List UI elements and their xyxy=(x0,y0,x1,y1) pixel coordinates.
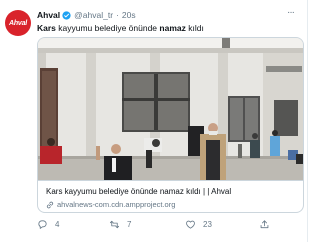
retweet-button[interactable]: 7 xyxy=(109,219,131,230)
tweet-text-bold-2: namaz xyxy=(159,23,186,33)
like-count: 23 xyxy=(203,220,212,229)
retweet-icon xyxy=(109,220,120,229)
tweet-time[interactable]: 20s xyxy=(122,10,136,20)
link-icon xyxy=(46,201,54,208)
card-domain-row[interactable]: ahvalnews-com.cdn.ampproject.org xyxy=(46,200,175,209)
card-meta[interactable]: Kars kayyumu belediye önünde namaz kıldı… xyxy=(38,180,303,212)
reply-icon xyxy=(38,220,47,229)
more-options-icon[interactable]: ··· xyxy=(287,7,295,18)
reply-button[interactable]: 4 xyxy=(37,219,59,230)
avatar[interactable]: Ahval xyxy=(5,10,31,36)
verified-badge-icon xyxy=(62,10,71,20)
like-button[interactable]: 23 xyxy=(185,219,212,230)
link-card[interactable]: Kars kayyumu belediye önünde namaz kıldı… xyxy=(37,37,304,213)
timeline-divider xyxy=(307,0,308,242)
tweet-text: Kars kayyumu belediye önünde namaz kıldı xyxy=(37,23,204,33)
like-icon xyxy=(186,220,195,229)
reply-count: 4 xyxy=(55,220,60,229)
author-name[interactable]: Ahval xyxy=(37,10,60,20)
tweet-text-bold-1: Kars xyxy=(37,23,56,33)
card-image[interactable] xyxy=(38,38,304,180)
share-icon xyxy=(260,220,269,229)
card-title[interactable]: Kars kayyumu belediye önünde namaz kıldı… xyxy=(46,187,231,196)
retweet-count: 7 xyxy=(127,220,132,229)
share-button[interactable] xyxy=(259,219,277,230)
avatar-logo-text: Ahval xyxy=(8,19,28,27)
tweet-text-part-2: kayyumu belediye önünde xyxy=(55,23,160,33)
author-handle[interactable]: @ahval_tr xyxy=(74,10,113,20)
separator-dot: · xyxy=(116,10,119,20)
card-domain: ahvalnews-com.cdn.ampproject.org xyxy=(57,200,176,209)
tweet-actions: 4 7 23 xyxy=(37,219,299,233)
tweet-text-part-4: kıldı xyxy=(185,23,204,33)
tweet-header: Ahval @ahval_tr · 20s xyxy=(37,10,136,20)
